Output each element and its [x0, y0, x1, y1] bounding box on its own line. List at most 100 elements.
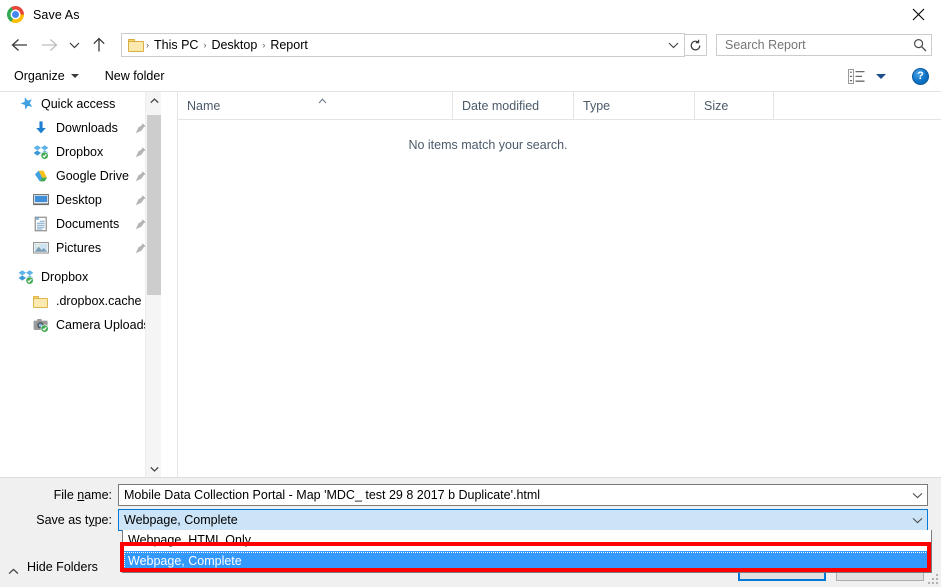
- filetype-combo-chevron-icon[interactable]: [907, 510, 927, 530]
- dropdown-option-label: Webpage, Complete: [128, 554, 242, 568]
- sidebar-item-documents[interactable]: Documents: [0, 212, 161, 236]
- address-bar[interactable]: › This PC › Desktop › Report: [121, 33, 685, 57]
- dropbox-icon: [33, 144, 49, 160]
- resize-grip-icon[interactable]: [927, 573, 939, 585]
- sidebar-item-label: Quick access: [41, 97, 116, 111]
- sidebar-item-label: Dropbox: [56, 145, 104, 159]
- help-glyph: ?: [917, 70, 924, 82]
- column-headers: Name Date modified Type Size: [178, 92, 941, 120]
- hide-folders-label: Hide Folders: [27, 560, 98, 574]
- sidebar-item-label: Pictures: [56, 241, 102, 255]
- view-layout-icon[interactable]: [845, 66, 867, 86]
- filetype-label: Save as type:: [0, 513, 118, 527]
- close-icon[interactable]: [895, 0, 941, 29]
- scroll-down-chevron-icon[interactable]: [146, 460, 161, 477]
- column-header-type[interactable]: Type: [573, 92, 694, 119]
- command-bar-right-group: ?: [845, 66, 929, 86]
- navigation-bar: › This PC › Desktop › Report: [0, 29, 941, 61]
- new-folder-label: New folder: [104, 69, 165, 83]
- column-header-size[interactable]: Size: [694, 92, 773, 119]
- downloads-icon: [33, 120, 49, 136]
- dropbox-icon: [18, 269, 34, 285]
- navigation-tree: Quick access Downloads Dropbox Google Dr…: [0, 92, 161, 337]
- scroll-up-chevron-icon[interactable]: [146, 92, 161, 109]
- column-header-label: Size: [704, 98, 729, 113]
- filename-combo[interactable]: [118, 484, 928, 506]
- empty-state-message: No items match your search.: [408, 138, 568, 152]
- filetype-value: Webpage, Complete: [124, 513, 238, 527]
- column-header-date-modified[interactable]: Date modified: [452, 92, 573, 119]
- breadcrumb-separator: ›: [146, 40, 149, 50]
- column-header-name[interactable]: Name: [178, 92, 452, 119]
- navigation-pane: Quick access Downloads Dropbox Google Dr…: [0, 92, 161, 477]
- breadcrumb-separator: ›: [262, 40, 266, 50]
- breadcrumb-separator: ›: [203, 40, 207, 50]
- filetype-combo[interactable]: Webpage, Complete: [118, 509, 928, 531]
- recent-locations-chevron-icon[interactable]: [64, 32, 84, 58]
- window-title: Save As: [33, 7, 80, 22]
- filename-combo-chevron-icon[interactable]: [907, 485, 927, 505]
- up-arrow-icon[interactable]: [86, 32, 112, 58]
- breadcrumb-this-pc[interactable]: This PC: [151, 38, 201, 52]
- pictures-icon: [33, 240, 49, 256]
- address-dropdown-chevron-icon[interactable]: [662, 35, 684, 55]
- sidebar-item-label: .dropbox.cache: [56, 294, 142, 308]
- sidebar-item-google-drive[interactable]: Google Drive: [0, 164, 161, 188]
- desktop-icon: [33, 192, 49, 208]
- sidebar-scrollbar-thumb[interactable]: [147, 115, 161, 295]
- hide-folders-button[interactable]: Hide Folders: [8, 557, 98, 577]
- column-header-label: Name: [187, 98, 221, 113]
- breadcrumb-report[interactable]: Report: [267, 38, 311, 52]
- sidebar-item-label: Desktop: [56, 193, 102, 207]
- sidebar-item-pictures[interactable]: Pictures: [0, 236, 161, 260]
- dropdown-option-webpage-html-only[interactable]: Webpage, HTML Only: [123, 530, 931, 551]
- filename-input[interactable]: [119, 487, 907, 503]
- column-header-label: Type: [583, 98, 611, 113]
- folder-icon: [128, 38, 144, 52]
- help-icon[interactable]: ?: [912, 67, 929, 85]
- sidebar-item-label: Dropbox: [41, 270, 89, 284]
- content-area: Quick access Downloads Dropbox Google Dr…: [0, 92, 941, 477]
- sidebar-item-camera-uploads[interactable]: Camera Uploads: [0, 313, 161, 337]
- filename-row: File name:: [0, 484, 941, 506]
- filename-label-post: ame:: [84, 488, 112, 502]
- sidebar-item-label: Downloads: [56, 121, 118, 135]
- folder-icon: [33, 294, 49, 310]
- sidebar-item-quick-access[interactable]: Quick access: [0, 92, 161, 116]
- title-bar: Save As: [0, 0, 941, 29]
- filename-label: File name:: [0, 488, 118, 502]
- filename-label-pre: File: [53, 488, 78, 502]
- filetype-label-post: pe:: [94, 513, 112, 527]
- sidebar-item-desktop[interactable]: Desktop: [0, 188, 161, 212]
- camera-uploads-icon: [33, 317, 49, 333]
- organize-button[interactable]: Organize: [6, 64, 87, 88]
- view-options-chevron-icon[interactable]: [876, 73, 886, 79]
- filetype-label-pre: Save as t: [36, 513, 89, 527]
- chevron-up-icon: [8, 564, 19, 574]
- filetype-dropdown-list[interactable]: Webpage, HTML Only Webpage, Complete: [122, 530, 932, 573]
- forward-arrow-icon: [36, 32, 62, 58]
- organize-label: Organize: [14, 69, 65, 83]
- search-icon[interactable]: [909, 35, 931, 55]
- sidebar-item-label: Documents: [56, 217, 120, 231]
- sidebar-item-dropbox[interactable]: Dropbox: [0, 140, 161, 164]
- column-header-label: Date modified: [462, 98, 540, 113]
- sidebar-item-dropbox-cache[interactable]: .dropbox.cache: [0, 289, 161, 313]
- sidebar-item-dropbox-root[interactable]: Dropbox: [0, 265, 161, 289]
- search-box[interactable]: [716, 34, 932, 56]
- refresh-icon[interactable]: [685, 34, 707, 56]
- sidebar-item-downloads[interactable]: Downloads: [0, 116, 161, 140]
- google-drive-icon: [33, 168, 49, 184]
- quick-access-star-icon: [18, 96, 34, 112]
- command-bar: Organize New folder ?: [0, 61, 941, 92]
- dropdown-option-webpage-complete[interactable]: Webpage, Complete: [123, 551, 931, 572]
- new-folder-button[interactable]: New folder: [97, 64, 173, 88]
- search-input[interactable]: [717, 38, 909, 52]
- sort-ascending-caret-icon: [318, 93, 327, 104]
- sidebar-item-label: Camera Uploads: [56, 318, 150, 332]
- back-arrow-icon[interactable]: [6, 32, 32, 58]
- dropdown-option-label: Webpage, HTML Only: [128, 533, 251, 547]
- sidebar-scrollbar[interactable]: [145, 92, 161, 477]
- chevron-down-icon: [70, 74, 79, 78]
- breadcrumb-desktop[interactable]: Desktop: [208, 38, 260, 52]
